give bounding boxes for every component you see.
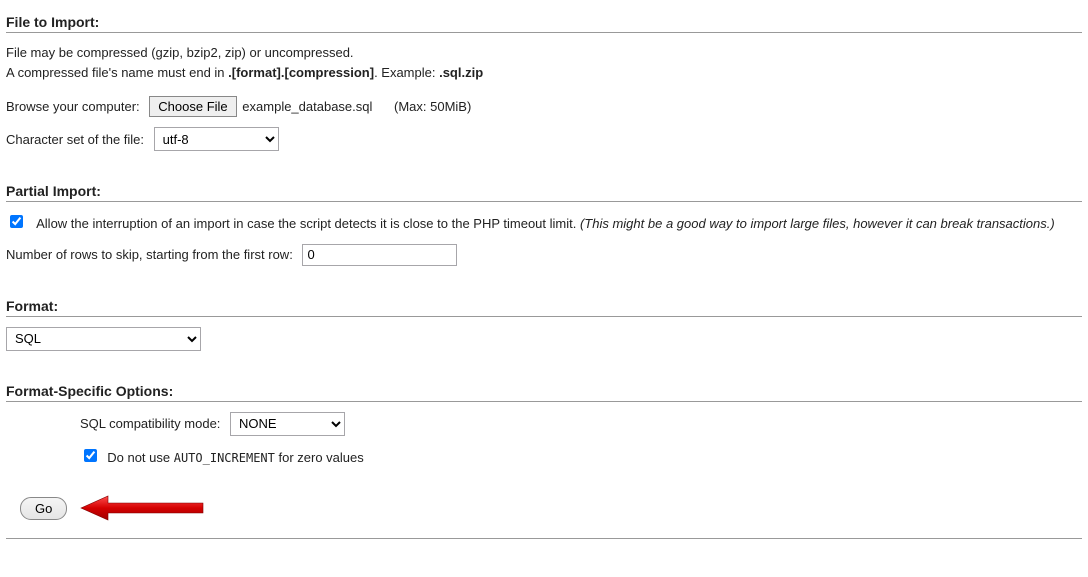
format-select[interactable]: SQL xyxy=(6,327,201,351)
desc-line-2: A compressed file's name must end in .[f… xyxy=(6,63,1082,83)
section-header-file-to-import: File to Import: xyxy=(6,14,1082,33)
compat-row: SQL compatibility mode: NONE xyxy=(80,412,1082,436)
max-size-label: (Max: 50MiB) xyxy=(394,99,471,114)
allow-interrupt-row: Allow the interruption of an import in c… xyxy=(6,212,1082,234)
charset-select[interactable]: utf-8 xyxy=(154,127,279,151)
choose-file-button[interactable]: Choose File xyxy=(149,96,236,117)
compat-select[interactable]: NONE xyxy=(230,412,345,436)
skip-rows-input[interactable] xyxy=(302,244,457,266)
file-compression-description: File may be compressed (gzip, bzip2, zip… xyxy=(6,43,1082,82)
selected-filename: example_database.sql xyxy=(242,99,372,114)
annotation-arrow xyxy=(78,493,208,526)
compat-label: SQL compatibility mode: xyxy=(80,416,220,431)
auto-increment-checkbox[interactable] xyxy=(84,449,97,462)
charset-label: Character set of the file: xyxy=(6,132,144,147)
auto-increment-row: Do not use AUTO_INCREMENT for zero value… xyxy=(80,446,1082,468)
section-header-format-specific: Format-Specific Options: xyxy=(6,383,1082,402)
browse-row: Browse your computer: Choose File exampl… xyxy=(6,96,1082,117)
auto-increment-code: AUTO_INCREMENT xyxy=(174,451,275,465)
allow-interrupt-note: (This might be a good way to import larg… xyxy=(580,216,1055,231)
charset-row: Character set of the file: utf-8 xyxy=(6,127,1082,151)
skip-rows-label: Number of rows to skip, starting from th… xyxy=(6,247,293,262)
go-button[interactable]: Go xyxy=(20,497,67,520)
desc-line-1: File may be compressed (gzip, bzip2, zip… xyxy=(6,43,1082,63)
format-row: SQL xyxy=(6,327,1082,351)
skip-rows-row: Number of rows to skip, starting from th… xyxy=(6,244,1082,266)
section-header-partial-import: Partial Import: xyxy=(6,183,1082,202)
bottom-divider xyxy=(6,538,1082,539)
browse-label: Browse your computer: xyxy=(6,99,140,114)
allow-interrupt-label: Allow the interruption of an import in c… xyxy=(36,216,580,231)
go-row: Go xyxy=(6,497,1082,520)
allow-interrupt-checkbox[interactable] xyxy=(10,215,23,228)
section-header-format: Format: xyxy=(6,298,1082,317)
